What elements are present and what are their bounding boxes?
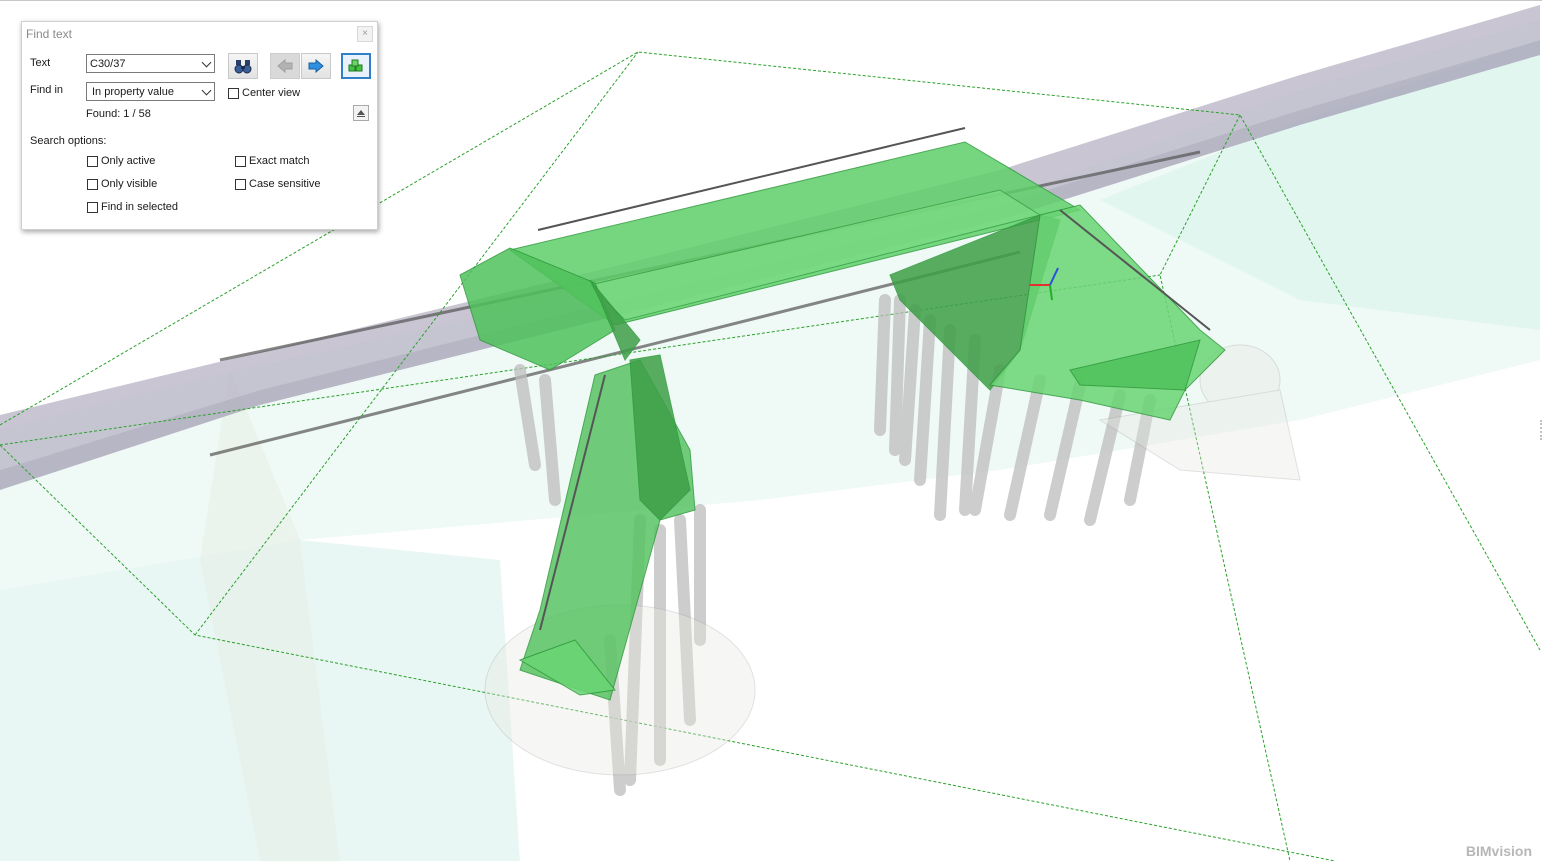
search-options-label: Search options: [30, 135, 107, 147]
only-active-checkbox[interactable]: Only active [87, 155, 155, 167]
previous-button[interactable] [270, 53, 300, 79]
close-icon: × [362, 28, 368, 39]
find-text-dialog: Find text × Text C30/37 Find in In prope… [21, 21, 378, 230]
search-text-combo[interactable]: C30/37 [86, 54, 215, 73]
find-button[interactable] [228, 53, 258, 79]
center-view-checkbox[interactable]: Center view [228, 87, 300, 99]
case-sensitive-label: Case sensitive [249, 178, 321, 190]
only-active-label: Only active [101, 155, 156, 167]
close-button[interactable]: × [357, 26, 373, 42]
case-sensitive-checkbox[interactable]: Case sensitive [235, 178, 321, 190]
select-found-button[interactable] [341, 53, 371, 79]
found-count: Found: 1 / 58 [86, 108, 151, 120]
select-found-icon [348, 59, 363, 72]
only-visible-label: Only visible [101, 178, 158, 190]
next-button[interactable] [301, 53, 331, 79]
find-in-value: In property value [92, 86, 174, 98]
dialog-title: Find text [26, 27, 73, 41]
text-label: Text [30, 57, 51, 69]
find-in-label: Find in [30, 84, 64, 96]
arrow-left-icon [277, 59, 293, 73]
exact-match-label: Exact match [249, 155, 310, 167]
chevron-down-icon[interactable] [201, 85, 212, 96]
search-text-value[interactable]: C30/37 [90, 58, 125, 70]
find-in-selected-checkbox[interactable]: Find in selected [87, 201, 178, 213]
panel-splitter-handle[interactable] [1537, 420, 1542, 440]
checkbox-box[interactable] [228, 87, 239, 99]
center-view-label: Center view [242, 87, 301, 99]
checkbox-box[interactable] [235, 178, 246, 190]
find-in-select[interactable]: In property value [86, 82, 215, 101]
exact-match-checkbox[interactable]: Exact match [235, 155, 310, 167]
checkbox-box[interactable] [87, 155, 98, 167]
checkbox-box[interactable] [87, 178, 98, 190]
only-visible-checkbox[interactable]: Only visible [87, 178, 157, 190]
checkbox-box[interactable] [235, 155, 246, 167]
collapse-options-button[interactable] [353, 105, 369, 121]
checkbox-box[interactable] [87, 201, 98, 213]
chevron-down-icon[interactable] [201, 57, 212, 68]
find-in-selected-label: Find in selected [101, 201, 179, 213]
arrow-right-icon [308, 59, 324, 73]
app-watermark: BIMvision [1465, 843, 1532, 859]
binoculars-icon [234, 60, 252, 74]
